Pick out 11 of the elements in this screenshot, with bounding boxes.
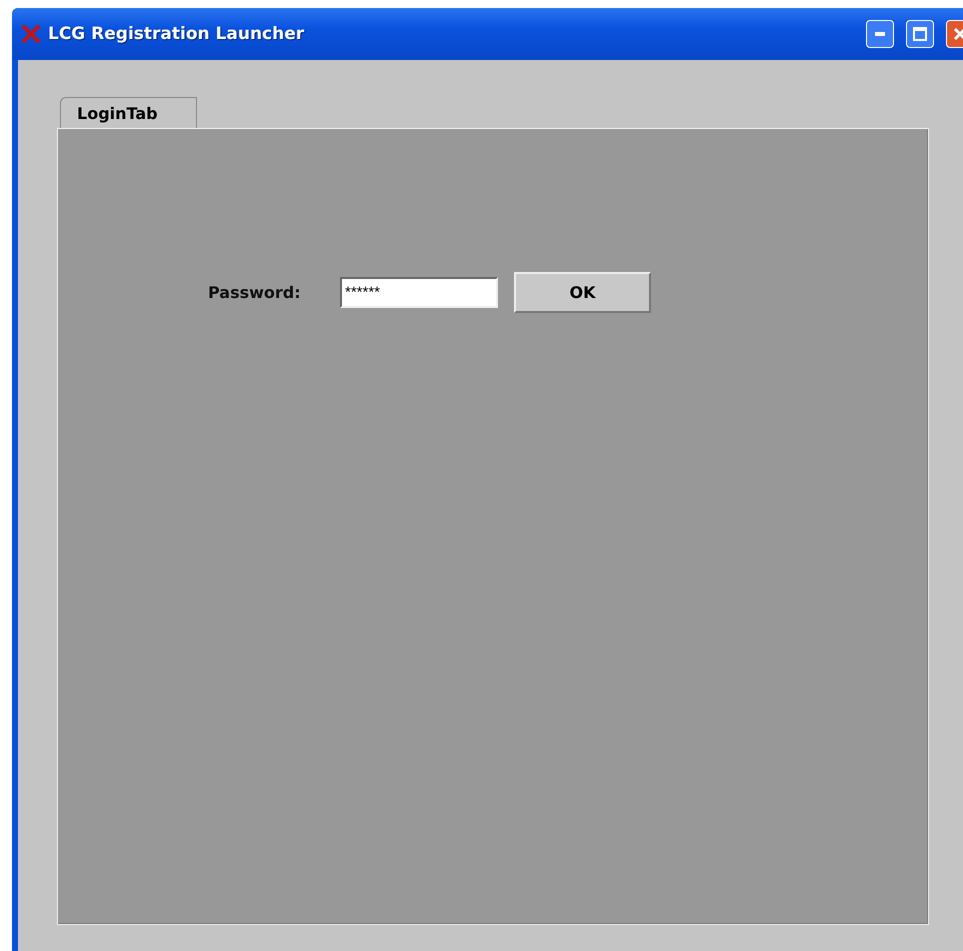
x-logo-icon <box>22 25 40 43</box>
tab[interactable]: LoginTab <box>60 97 197 128</box>
window-title: LCG Registration Launcher <box>48 24 306 44</box>
close-icon <box>953 27 963 41</box>
maximize-button[interactable] <box>906 20 934 48</box>
password-label: Password: <box>208 283 302 302</box>
minimize-icon <box>875 32 885 36</box>
maximize-icon <box>913 27 927 41</box>
password-field[interactable]: ****** <box>340 277 498 308</box>
ok-button[interactable]: OK <box>514 272 651 313</box>
minimize-button[interactable] <box>866 20 894 48</box>
